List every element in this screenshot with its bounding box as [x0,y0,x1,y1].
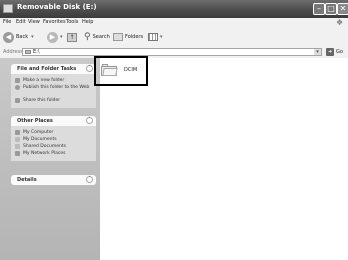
address-dropdown-icon[interactable]: ▾ [314,49,321,55]
panel-header[interactable]: Details ˅ [11,175,96,185]
folders-button[interactable]: Folders [113,31,143,43]
panel-details: Details ˅ [11,175,96,185]
window-title: Removable Disk (E:) [17,3,97,11]
panel-header[interactable]: Other Places ˄ [11,116,96,126]
task-publish-folder[interactable]: Publish this folder to the Web [15,84,96,97]
address-value: E:\ [33,49,40,55]
task-make-new-folder[interactable]: Make a new folder [15,77,96,84]
place-shared-documents[interactable]: Shared Documents [15,143,96,150]
windows-logo-icon: ❖ [336,18,344,27]
place-my-computer[interactable]: My Computer [15,129,96,136]
up-folder-button[interactable]: ↑ [67,31,77,43]
views-dropdown-icon: ▾ [160,34,163,40]
expand-icon[interactable]: ˅ [86,176,93,183]
panel-title: Other Places [17,118,53,124]
network-icon [15,151,20,156]
forward-arrow-icon: ▶ [47,31,58,43]
file-list-view [100,58,348,260]
forward-dropdown-icon[interactable]: ▾ [60,34,63,40]
place-my-network-places[interactable]: My Network Places [15,150,96,157]
toolbar: ◀ Back ▾ ▶ ▾ ↑ ⚲ Search Folders ▾ [0,29,348,47]
address-input[interactable]: E:\ ▾ [22,48,322,56]
menu-edit[interactable]: Edit [16,19,26,25]
panel-title: Details [17,177,37,183]
panel-body: Make a new folder Publish this folder to… [11,74,96,108]
computer-icon [15,130,20,135]
place-my-documents[interactable]: My Documents [15,136,96,143]
drive-icon [3,4,13,13]
task-label: Publish this folder to the Web [23,85,90,90]
maximize-button[interactable]: □ [325,3,337,15]
title-bar[interactable]: Removable Disk (E:) – □ ✕ [0,0,348,18]
place-label: My Network Places [23,151,66,156]
go-button[interactable]: Go [336,49,343,55]
menu-favorites[interactable]: Favorites [43,19,66,25]
views-button[interactable]: ▾ [148,31,163,43]
collapse-icon[interactable]: ˄ [86,117,93,124]
folders-icon [113,33,123,41]
minimize-button[interactable]: – [313,3,325,15]
explorer-window: Removable Disk (E:) – □ ✕ File Edit View… [0,0,348,260]
folder-item-dcim[interactable]: DCIM [94,56,148,86]
back-dropdown-icon[interactable]: ▾ [31,34,34,40]
task-label: Share this folder [23,98,61,103]
panel-other-places: Other Places ˄ My Computer My Documents … [11,116,96,161]
folders-label: Folders [125,34,144,40]
back-button[interactable]: ◀ Back ▾ [3,31,34,43]
panel-title: File and Folder Tasks [17,66,77,72]
panel-file-folder-tasks: File and Folder Tasks ˄ Make a new folde… [11,64,96,108]
menu-help[interactable]: Help [82,19,93,25]
globe-icon [15,85,20,90]
collapse-icon[interactable]: ˄ [86,65,93,72]
back-arrow-icon: ◀ [3,31,14,43]
shared-folder-icon [15,144,20,149]
new-folder-icon [15,78,20,83]
task-share-folder[interactable]: Share this folder [15,97,96,104]
search-label: Search [92,34,110,40]
menu-file[interactable]: File [3,19,11,25]
menu-tools[interactable]: Tools [66,19,78,25]
search-icon: ⚲ [84,32,91,42]
share-icon [15,98,20,103]
drive-icon [25,50,31,54]
folder-icon [101,64,118,76]
panel-body: My Computer My Documents Shared Document… [11,126,96,161]
back-label: Back [16,34,29,40]
menu-view[interactable]: View [28,19,40,25]
folder-label: DCIM [124,67,138,73]
panel-header[interactable]: File and Folder Tasks ˄ [11,64,96,74]
views-icon [148,33,158,41]
documents-folder-icon [15,137,20,142]
address-label: Address [3,49,23,55]
up-folder-icon: ↑ [67,32,77,42]
go-arrow-icon[interactable]: ➜ [326,48,334,56]
forward-button[interactable]: ▶ ▾ [47,31,63,43]
close-button[interactable]: ✕ [337,3,348,15]
search-button[interactable]: ⚲ Search [84,31,110,43]
task-pane: File and Folder Tasks ˄ Make a new folde… [0,58,100,260]
